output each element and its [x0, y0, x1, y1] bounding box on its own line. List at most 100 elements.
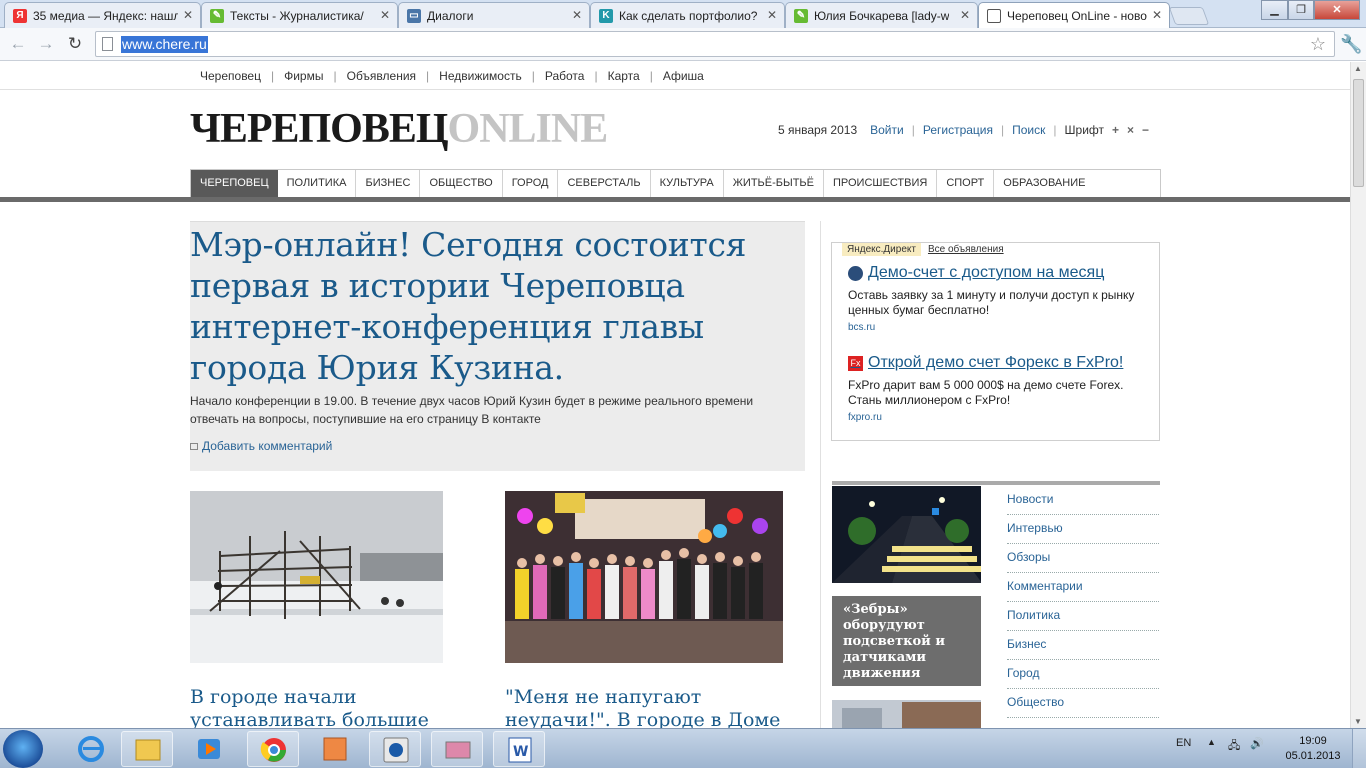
section-link[interactable]: Бизнес — [1007, 631, 1159, 660]
ad-title-link[interactable]: Fx Открой демо счет Форекс в FxPro! — [848, 354, 1148, 372]
menu-item[interactable]: ГОРОД — [503, 170, 559, 197]
chrome-icon[interactable] — [247, 731, 299, 767]
network-icon[interactable]: 🖧 — [1228, 737, 1240, 756]
tab-texts[interactable]: ✎ Тексты - Журналистика/ ✕ — [201, 2, 398, 28]
menu-item[interactable]: ОБЩЕСТВО — [420, 170, 503, 197]
reload-icon[interactable]: ↻ — [64, 33, 86, 55]
close-icon[interactable]: ✕ — [572, 8, 582, 22]
menu-item[interactable]: КУЛЬТУРА — [651, 170, 724, 197]
add-comment-label: Добавить комментарий — [202, 439, 333, 453]
close-icon[interactable]: ✕ — [1152, 8, 1162, 22]
topnav-item[interactable]: Фирмы — [274, 69, 333, 83]
section-link[interactable]: Город — [1007, 660, 1159, 689]
yandex-icon: Я — [13, 9, 27, 23]
side-story-caption[interactable]: «Зебры» оборудуют подсветкой и датчиками… — [832, 596, 981, 686]
section-link[interactable]: Интервью — [1007, 515, 1159, 544]
add-comment-link[interactable]: Добавить комментарий — [190, 439, 332, 453]
start-button[interactable] — [3, 730, 43, 768]
tab-yandex[interactable]: Я 35 медиа — Яндекс: нашл ✕ — [4, 2, 201, 28]
topnav-item[interactable]: Карта — [598, 69, 650, 83]
section-link[interactable]: Обзоры — [1007, 544, 1159, 573]
font-reset-button[interactable]: × — [1127, 123, 1134, 137]
close-icon[interactable]: ✕ — [767, 8, 777, 22]
font-decrease-button[interactable]: − — [1142, 123, 1149, 137]
section-link[interactable]: Новости — [1007, 486, 1159, 515]
word-icon[interactable]: W — [493, 731, 545, 767]
tab-title: Как сделать портфолио? — [619, 8, 758, 23]
url-text[interactable]: www.chere.ru — [121, 36, 208, 53]
maximize-button[interactable]: ❐ — [1288, 0, 1314, 20]
page-icon — [102, 37, 113, 51]
register-link[interactable]: Регистрация — [923, 123, 993, 137]
login-link[interactable]: Войти — [870, 123, 904, 137]
menu-item[interactable]: ПОЛИТИКА — [278, 170, 357, 197]
section-link[interactable]: Политика — [1007, 602, 1159, 631]
menu-item-cherepovets[interactable]: ЧЕРЕПОВЕЦ — [191, 170, 278, 197]
wrench-icon[interactable]: 🔧 — [1340, 34, 1362, 55]
story-photo-party[interactable] — [505, 491, 783, 663]
menu-item[interactable]: СПОРТ — [937, 170, 995, 197]
tab-title: Юлия Бочкарева [lady-w — [814, 8, 950, 23]
topnav-item[interactable]: Афиша — [653, 69, 714, 83]
logo-part1: ЧЕРЕПОВЕЦ — [190, 106, 449, 152]
show-desktop-button[interactable] — [1352, 729, 1366, 768]
section-link[interactable]: Комментарии — [1007, 573, 1159, 602]
menu-item[interactable]: СЕВЕРСТАЛЬ — [558, 170, 651, 197]
story-headline[interactable]: В городе начали устанавливать большие — [190, 686, 450, 728]
topnav-item[interactable]: Недвижимость — [429, 69, 532, 83]
scroll-up-icon[interactable]: ▲ — [1354, 64, 1362, 73]
side-story-photo[interactable] — [832, 486, 981, 583]
clock-time: 19:09 — [1299, 735, 1327, 747]
vertical-scrollbar[interactable]: ▲ ▼ — [1350, 62, 1366, 728]
volume-icon[interactable]: 🔊 — [1250, 737, 1264, 750]
explorer-icon[interactable] — [121, 731, 173, 767]
topnav-item[interactable]: Объявления — [337, 69, 426, 83]
tab-dialogs[interactable]: ▭ Диалоги ✕ — [398, 2, 590, 28]
k-icon: K — [599, 9, 613, 23]
scroll-thumb[interactable] — [1353, 79, 1364, 187]
tab-portfolio[interactable]: K Как сделать портфолио? ✕ — [590, 2, 785, 28]
browser-toolbar: ← → ↻ www.chere.ru ☆ — [0, 28, 1366, 61]
menu-item[interactable]: БИЗНЕС — [356, 170, 421, 197]
ad-url[interactable]: bcs.ru — [848, 322, 1148, 333]
story-photo-winter[interactable] — [190, 491, 443, 663]
forward-icon[interactable]: → — [35, 33, 57, 55]
font-increase-button[interactable]: + — [1112, 123, 1119, 137]
close-icon[interactable]: ✕ — [960, 8, 970, 22]
menu-item[interactable]: ЖИТЬЁ-БЫТЬЁ — [724, 170, 824, 197]
media-player-icon[interactable] — [183, 731, 235, 767]
scroll-down-icon[interactable]: ▼ — [1354, 717, 1362, 726]
lead-story: Мэр-онлайн! Сегодня состоится первая в и… — [190, 221, 805, 471]
new-tab-button[interactable] — [1168, 7, 1210, 25]
star-icon[interactable]: ☆ — [1310, 34, 1326, 55]
tab-cherepovets[interactable]: Череповец OnLine - ново ✕ — [978, 2, 1170, 29]
site-logo[interactable]: ЧЕРЕПОВЕЦONLINE — [190, 104, 608, 154]
topnav-item[interactable]: Работа — [535, 69, 595, 83]
minimize-button[interactable]: ▁ — [1261, 0, 1288, 20]
close-window-button[interactable]: ✕ — [1314, 0, 1360, 20]
lead-headline[interactable]: Мэр-онлайн! Сегодня состоится первая в и… — [190, 224, 790, 388]
story-headline[interactable]: "Меня не напугают неудачи!". В городе в … — [505, 686, 805, 728]
language-indicator[interactable]: EN — [1176, 737, 1191, 749]
app-icon[interactable] — [309, 731, 361, 767]
all-ads-link[interactable]: Все объявления — [928, 243, 1004, 256]
close-icon[interactable]: ✕ — [380, 8, 390, 22]
topnav-item[interactable]: Череповец — [190, 69, 271, 83]
address-bar[interactable]: www.chere.ru ☆ — [95, 31, 1335, 57]
tab-lady[interactable]: ✎ Юлия Бочкарева [lady-w ✕ — [785, 2, 978, 28]
ad-url[interactable]: fxpro.ru — [848, 412, 1148, 423]
clock[interactable]: 19:09 05.01.2013 — [1283, 734, 1343, 764]
menu-item[interactable]: ОБРАЗОВАНИЕ — [994, 170, 1094, 197]
search-link[interactable]: Поиск — [1012, 123, 1045, 137]
back-icon[interactable]: ← — [7, 33, 29, 55]
menu-item[interactable]: ПРОИСШЕСТВИЯ — [824, 170, 938, 197]
hp-icon[interactable] — [369, 731, 421, 767]
ad-title-link[interactable]: Демо-счет с доступом на месяц — [848, 264, 1148, 282]
side-story-photo-2[interactable] — [832, 700, 981, 728]
tray-expand-icon[interactable]: ▲ — [1207, 737, 1216, 747]
ad-brand[interactable]: Яндекс.Директ — [842, 243, 921, 256]
section-link[interactable]: Общество — [1007, 689, 1159, 718]
close-icon[interactable]: ✕ — [183, 8, 193, 22]
paint-icon[interactable] — [431, 731, 483, 767]
ie-icon[interactable] — [65, 731, 117, 767]
